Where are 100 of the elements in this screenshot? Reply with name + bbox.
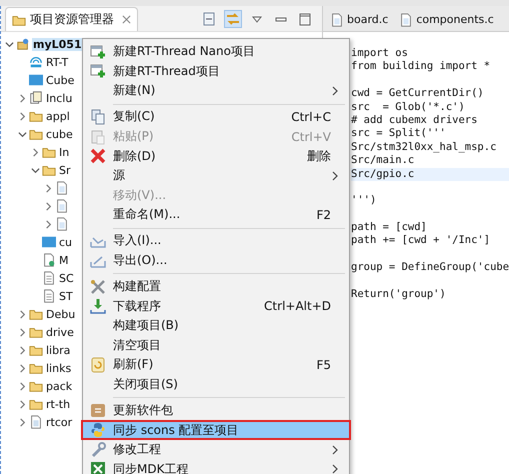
- chevron-right-icon[interactable]: [18, 400, 27, 408]
- project-icon: [16, 37, 30, 51]
- tree-item-label[interactable]: Debu: [45, 308, 76, 320]
- chevron-right-icon[interactable]: [18, 382, 27, 390]
- tree-item[interactable]: [55, 199, 69, 213]
- code-line: import os: [351, 47, 409, 60]
- folder-icon: [29, 109, 43, 123]
- chevron-right-icon[interactable]: [44, 220, 53, 228]
- panel-tab-title: 项目资源管理器: [30, 11, 114, 28]
- code-line: cwd = GetCurrentDir(): [351, 87, 485, 101]
- editor-tab-title: board.c: [347, 13, 388, 26]
- code-line: from building import *: [351, 60, 492, 74]
- chevron-right-icon[interactable]: [18, 418, 27, 426]
- tree-item-label[interactable]: appl: [45, 110, 71, 122]
- tree-item-label[interactable]: links: [45, 362, 72, 374]
- tree-item-label[interactable]: drive: [45, 326, 75, 338]
- menu-item[interactable]: 构建项目(B): [83, 316, 349, 336]
- tree-item[interactable]: [55, 181, 69, 195]
- folder-icon: [29, 361, 43, 375]
- code-line: Return('group'): [351, 288, 447, 302]
- tree-item-label[interactable]: myL051: [32, 38, 83, 50]
- chevron-right-icon[interactable]: [18, 364, 27, 372]
- chevron-down-icon[interactable]: [31, 166, 40, 174]
- tree-item-label[interactable]: In: [58, 146, 70, 158]
- chevron-right-icon[interactable]: [18, 310, 27, 318]
- menu-item[interactable]: 导入(I)...: [83, 231, 349, 251]
- editor-tab-title: components.c: [416, 13, 494, 26]
- code-line: group = DefineGroup('cube: [351, 261, 509, 275]
- menu-item[interactable]: 源: [83, 166, 349, 186]
- tree-item-label[interactable]: pack: [45, 380, 74, 392]
- c-file-icon: [330, 12, 344, 26]
- panel-tab[interactable]: 项目资源管理器: [5, 7, 138, 31]
- menu-item[interactable]: 新建(N): [83, 81, 349, 101]
- code-line: path = [cwd]: [351, 221, 428, 234]
- menu-item[interactable]: 删除(D) 删除: [83, 146, 349, 166]
- tree-item-label[interactable]: rt-th: [45, 398, 72, 410]
- makefile-icon: [42, 253, 56, 267]
- h-file-icon: [29, 415, 43, 429]
- menu-item[interactable]: 清空项目: [83, 335, 349, 356]
- chevron-right-icon[interactable]: [18, 112, 27, 120]
- folder-icon: [29, 127, 43, 141]
- paste-icon: [90, 128, 106, 145]
- chevron-down-icon[interactable]: [18, 130, 27, 138]
- tools-icon: [90, 278, 106, 294]
- chevron-right-icon[interactable]: [18, 94, 27, 102]
- tree-item-label[interactable]: RT-T: [45, 56, 70, 68]
- menu-item[interactable]: 复制(C) Ctrl+C: [83, 107, 349, 127]
- tree-item-label[interactable]: rtcor: [45, 416, 74, 428]
- tree-item[interactable]: [55, 217, 69, 231]
- includes-icon: [29, 91, 43, 105]
- menu-item[interactable]: 修改工程: [83, 440, 349, 460]
- code-line: # add cubemx drivers: [351, 114, 478, 128]
- folder-icon: [42, 163, 56, 177]
- folder-icon: [29, 325, 43, 339]
- tree-item-label[interactable]: M: [58, 254, 70, 266]
- menu-item[interactable]: 构建配置: [83, 276, 349, 296]
- document-icon: [42, 271, 56, 285]
- copy-icon: [90, 108, 106, 125]
- menu-item[interactable]: 新建RT-Thread项目: [83, 62, 349, 82]
- tree-item-label[interactable]: SC: [58, 272, 75, 284]
- chevron-down-icon[interactable]: [5, 40, 14, 48]
- chevron-right-icon[interactable]: [31, 148, 40, 156]
- new-project-icon: [90, 63, 106, 80]
- close-icon[interactable]: [122, 15, 131, 24]
- menu-item[interactable]: 关闭项目(S): [83, 374, 349, 394]
- menu-item[interactable]: 下载程序 Ctrl+Alt+D: [83, 296, 349, 316]
- code-line: Src/stm32l0xx_hal_msp.c: [351, 140, 498, 154]
- c-file-icon: [55, 181, 69, 195]
- folder-icon: [29, 379, 43, 393]
- folder-icon: [29, 307, 43, 321]
- c-file-icon: [55, 199, 69, 213]
- package-icon: [90, 402, 106, 418]
- chevron-right-icon[interactable]: [18, 328, 27, 336]
- tree-item-label[interactable]: cu: [58, 236, 74, 248]
- refresh-icon: [90, 356, 106, 373]
- tree-item-label[interactable]: libra: [45, 344, 72, 356]
- document-icon: [42, 289, 56, 303]
- menu-item[interactable]: 导出(O)...: [83, 250, 349, 270]
- menu-item[interactable]: 新建RT-Thread Nano项目: [83, 42, 349, 62]
- spreadsheet-icon: [90, 461, 106, 474]
- menu-item[interactable]: 重命名(M)... F2: [83, 205, 349, 225]
- code-line: Src/main.c: [351, 154, 416, 168]
- download-icon: [90, 298, 106, 314]
- c-file-icon: [399, 12, 414, 26]
- c-file-icon: [55, 217, 69, 231]
- wrench-icon: [90, 442, 106, 458]
- chevron-right-icon[interactable]: [18, 346, 27, 354]
- code-line: '''): [351, 194, 378, 208]
- chevron-right-icon[interactable]: [44, 202, 53, 210]
- tree-item-label[interactable]: Cube: [45, 74, 76, 86]
- menu-item[interactable]: 更新软件包: [83, 400, 349, 420]
- menu-item[interactable]: 同步 scons 配置至项目: [81, 420, 351, 440]
- tree-item-label[interactable]: Sr: [58, 164, 72, 176]
- tree-item-label[interactable]: Inclu: [45, 92, 74, 104]
- chevron-right-icon[interactable]: [44, 184, 53, 192]
- tree-item-label[interactable]: cube: [45, 128, 74, 140]
- code-line: src = Glob('*.c'): [351, 100, 466, 114]
- tree-item-label[interactable]: ST: [58, 290, 74, 302]
- folder-icon: [29, 397, 43, 411]
- menu-item[interactable]: 刷新(F) F5: [83, 355, 349, 375]
